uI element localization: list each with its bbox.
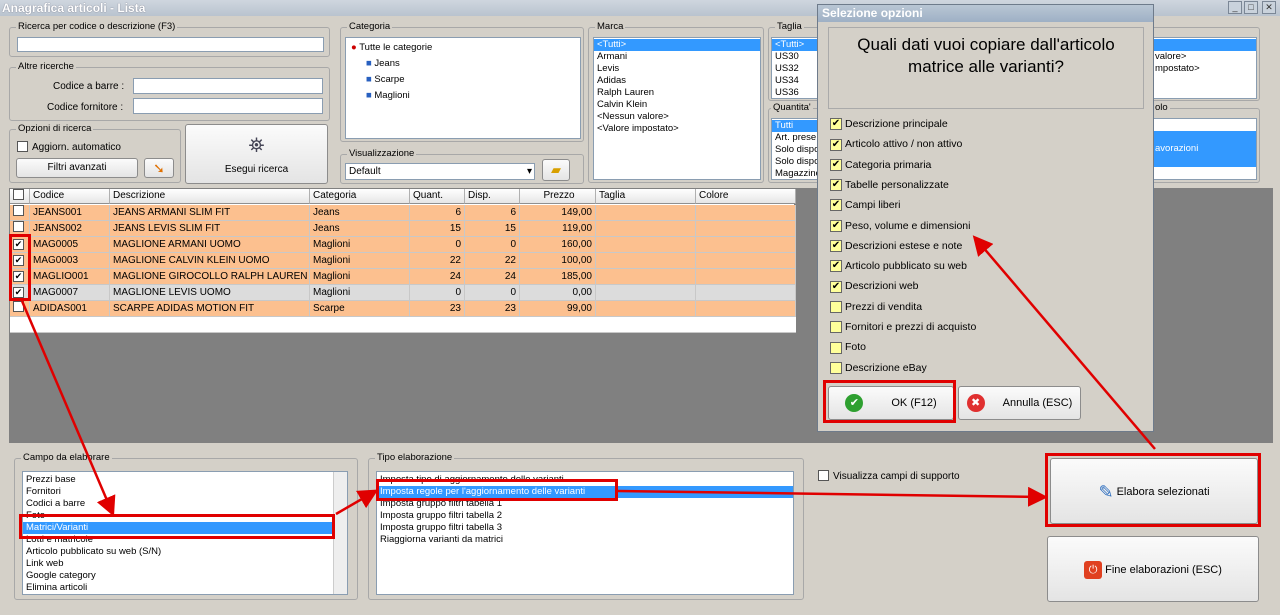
arrow-to-field	[20, 300, 116, 517]
arrow-to-process	[617, 486, 1048, 507]
arrow-to-type	[335, 489, 379, 516]
annotation-arrows	[20, 235, 1156, 517]
arrow-to-options	[972, 235, 1156, 450]
